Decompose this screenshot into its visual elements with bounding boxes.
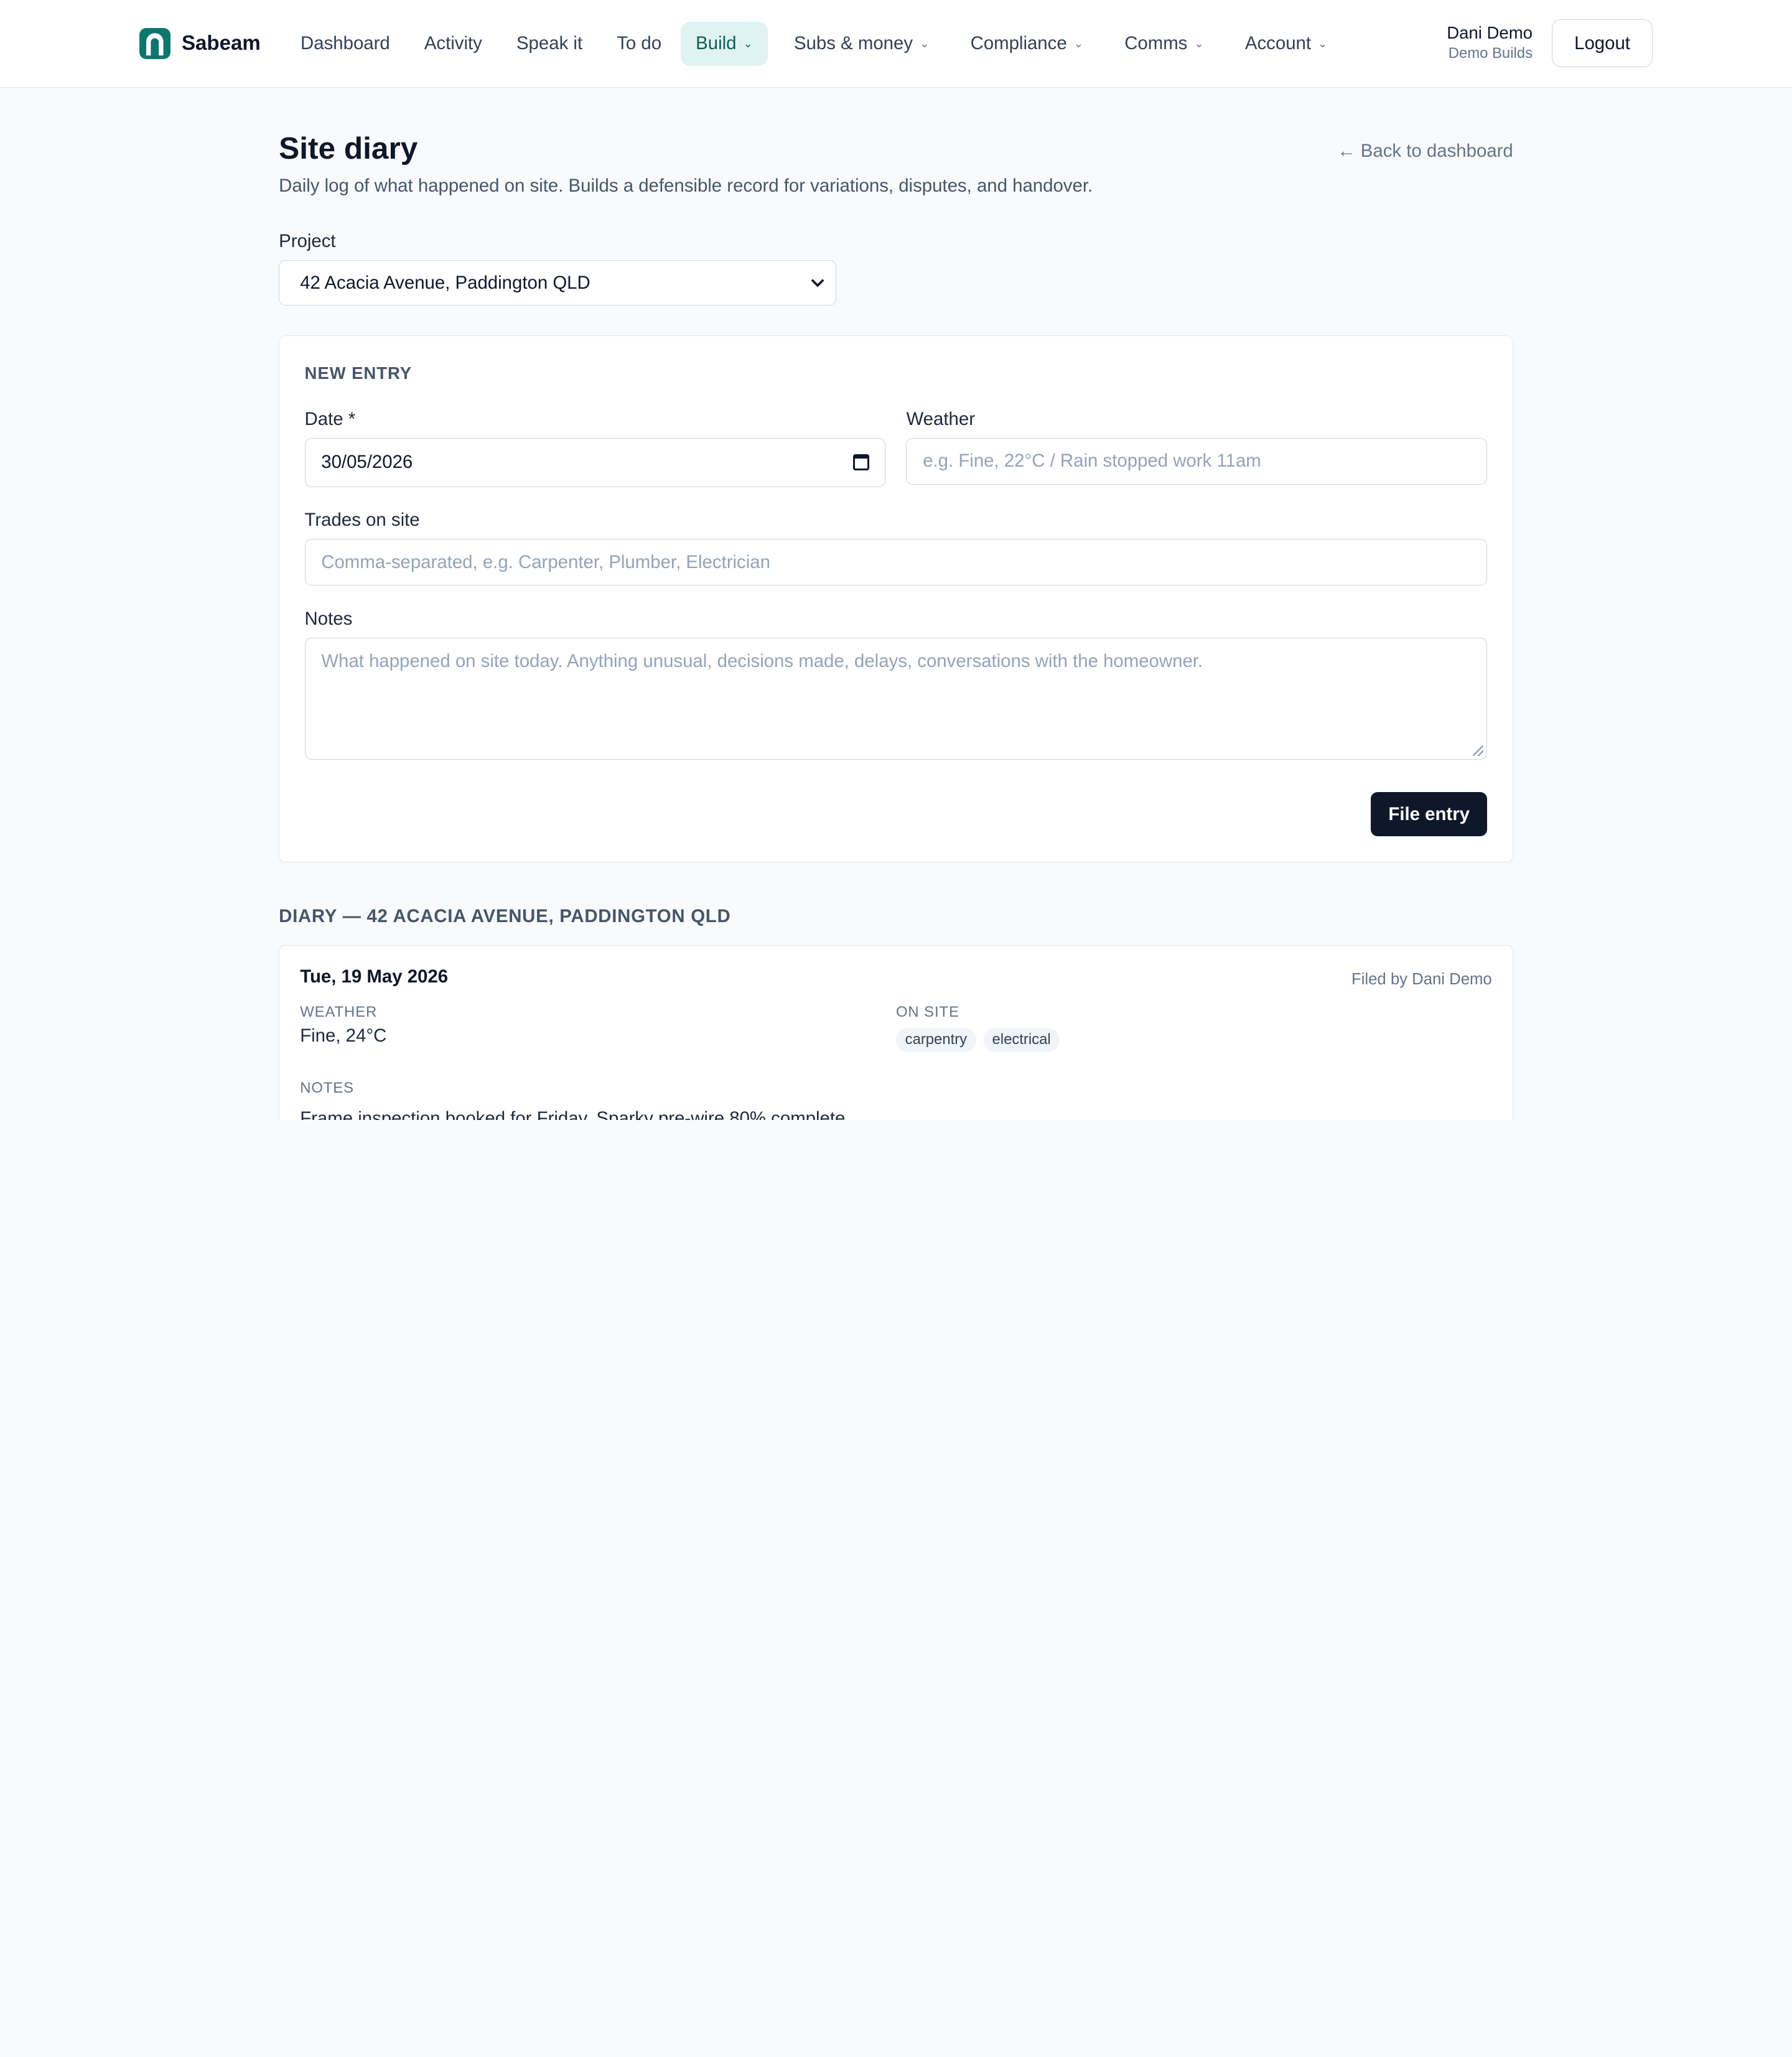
date-weather-row: Date * 30/05/2026 Weather e.g. Fine, 22°… [304,408,1488,487]
brand[interactable]: Sabeam [139,28,261,59]
project-selected-value: 42 Acacia Avenue, Paddington QLD [300,272,590,293]
weather-value: Fine, 24°C [300,1025,387,1047]
nav-compliance[interactable]: Compliance ⌄ [956,22,1098,66]
entry-filed-by: Filed by Dani Demo [1351,971,1492,989]
weather-input[interactable]: e.g. Fine, 22°C / Rain stopped work 11am [906,437,1488,485]
nav-account[interactable]: Account ⌄ [1230,22,1342,66]
user-org: Demo Builds [1448,45,1533,62]
page: Sabeam Dashboard Activity Speak it To do… [0,0,1792,1120]
logout-button[interactable]: Logout [1552,19,1653,68]
new-entry-card: NEW ENTRY Date * 30/05/2026 Weather e.g.… [279,335,1513,862]
form-actions: File entry [305,791,1488,837]
entry-weather: WEATHER Fine, 24°C [300,1004,896,1052]
notes-label: Notes [304,609,353,630]
trades-field-group: Trades on site Comma-separated, e.g. Car… [304,510,1488,586]
nav-label: Activity [424,33,482,54]
project-label: Project [279,231,336,252]
back-to-dashboard-link[interactable]: ← Back to dashboard [1337,141,1513,162]
nav-comms[interactable]: Comms ⌄ [1109,22,1218,66]
notes-placeholder: What happened on site today. Anything un… [321,651,1203,672]
brand-name: Sabeam [182,32,261,55]
notes-textarea[interactable]: What happened on site today. Anything un… [304,637,1488,760]
chevron-down-icon: ⌄ [1194,37,1204,50]
date-field-group: Date * 30/05/2026 [304,408,886,487]
entry-date: Tue, 19 May 2026 [300,966,449,987]
trade-tags: carpentry electrical [895,1027,1492,1052]
onsite-label: ON SITE [895,1003,959,1020]
nav-dashboard[interactable]: Dashboard [286,22,404,66]
entry-onsite: ON SITE carpentry electrical [895,1003,1492,1052]
entry-details: WEATHER Fine, 24°C ON SITE carpentry ele… [300,1004,1492,1052]
title-row: Site diary ← Back to dashboard [279,130,1513,166]
top-nav-bar: Sabeam Dashboard Activity Speak it To do… [0,0,1792,88]
diary-heading: DIARY — 42 ACACIA AVENUE, PADDINGTON QLD [279,905,731,926]
date-label: Date * [304,408,356,429]
main-nav: Dashboard Activity Speak it To do Build … [286,21,1354,66]
nav-label: Compliance [970,33,1067,54]
project-select[interactable]: 42 Acacia Avenue, Paddington QLD [279,260,837,306]
trades-placeholder: Comma-separated, e.g. Carpenter, Plumber… [321,551,770,572]
user-info: Dani Demo Demo Builds [1447,23,1533,63]
nav-label: Build [696,33,737,54]
date-value: 30/05/2026 [321,452,413,473]
nav-subs-money[interactable]: Subs & money ⌄ [779,22,944,66]
notes-field-group: Notes What happened on site today. Anyth… [304,609,1488,760]
user-name: Dani Demo [1447,22,1533,42]
new-entry-heading: NEW ENTRY [304,363,413,383]
main-content: Site diary ← Back to dashboard Daily log… [279,88,1513,1120]
chevron-down-icon: ⌄ [743,37,753,50]
chevron-down-icon [811,279,824,287]
weather-label: Weather [906,408,975,429]
file-entry-button[interactable]: File entry [1371,791,1488,837]
weather-label: WEATHER [300,1003,378,1020]
trade-tag: electrical [982,1027,1060,1052]
nav-to-do[interactable]: To do [602,22,676,66]
nav-label: Account [1244,33,1312,54]
page-subtitle: Daily log of what happened on site. Buil… [279,175,1093,197]
nav-label: To do [617,33,662,54]
page-title: Site diary [279,131,418,166]
trades-label: Trades on site [304,510,420,531]
diary-entry: Tue, 19 May 2026 Filed by Dani Demo WEAT… [279,945,1513,1120]
nav-label: Comms [1124,33,1188,54]
nav-build[interactable]: Build ⌄ [681,21,768,66]
weather-placeholder: e.g. Fine, 22°C / Rain stopped work 11am [923,450,1261,472]
trade-tag: carpentry [895,1027,976,1052]
weather-field-group: Weather e.g. Fine, 22°C / Rain stopped w… [906,408,1488,487]
nav-speak-it[interactable]: Speak it [502,22,597,66]
date-input[interactable]: 30/05/2026 [304,437,886,487]
entry-notes: NOTES Frame inspection booked for Friday… [300,1080,1492,1120]
calendar-icon[interactable] [853,454,869,470]
chevron-down-icon: ⌄ [1318,37,1328,50]
trades-input[interactable]: Comma-separated, e.g. Carpenter, Plumber… [304,539,1488,586]
chevron-down-icon: ⌄ [920,37,930,50]
nav-label: Speak it [516,33,583,54]
resize-handle-icon[interactable] [1473,745,1483,756]
notes-value: Frame inspection booked for Friday. Spar… [300,1108,851,1120]
nav-activity[interactable]: Activity [409,22,497,66]
notes-label: NOTES [300,1079,354,1096]
nav-label: Subs & money [794,33,913,54]
arch-logo-icon [139,28,170,59]
nav-label: Dashboard [301,33,390,54]
chevron-down-icon: ⌄ [1073,37,1084,50]
